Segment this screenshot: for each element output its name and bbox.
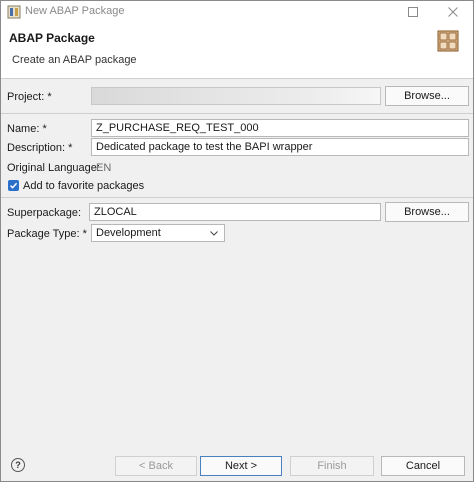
- maximize-button[interactable]: [393, 1, 433, 23]
- favorite-label[interactable]: Add to favorite packages: [23, 180, 144, 192]
- next-button[interactable]: Next >: [200, 456, 282, 476]
- separator: [1, 197, 473, 198]
- new-abap-package-dialog: New ABAP Package ABAP Package Create an …: [0, 0, 474, 482]
- name-label: Name: *: [7, 123, 47, 135]
- wizard-header: ABAP Package Create an ABAP package: [1, 23, 473, 79]
- description-field[interactable]: Dedicated package to test the BAPI wrapp…: [91, 138, 469, 156]
- chevron-down-icon: [210, 231, 218, 236]
- original-language-label: Original Language:: [7, 162, 100, 174]
- superpackage-browse-button[interactable]: Browse...: [385, 202, 469, 222]
- finish-button[interactable]: Finish: [290, 456, 374, 476]
- help-icon[interactable]: ?: [11, 458, 25, 472]
- close-button[interactable]: [433, 1, 473, 23]
- maximize-icon: [408, 7, 418, 17]
- superpackage-field[interactable]: ZLOCAL: [89, 203, 381, 221]
- back-button[interactable]: < Back: [115, 456, 197, 476]
- window-title: New ABAP Package: [25, 5, 125, 17]
- page-title: ABAP Package: [9, 31, 95, 45]
- description-label: Description: *: [7, 142, 73, 154]
- checkmark-icon: [9, 182, 18, 189]
- close-icon: [448, 7, 458, 17]
- title-bar: New ABAP Package: [1, 1, 473, 23]
- eclipse-app-icon: [7, 5, 21, 19]
- superpackage-label: Superpackage:: [7, 207, 81, 219]
- project-field[interactable]: [91, 87, 381, 105]
- package-type-label: Package Type: *: [7, 228, 87, 240]
- original-language-value: EN: [96, 162, 112, 174]
- package-type-value: Development: [96, 227, 161, 239]
- name-field[interactable]: Z_PURCHASE_REQ_TEST_000: [91, 119, 469, 137]
- package-type-select[interactable]: Development: [91, 224, 225, 242]
- page-subtitle: Create an ABAP package: [12, 54, 137, 66]
- separator: [1, 113, 473, 114]
- project-browse-button[interactable]: Browse...: [385, 86, 469, 106]
- package-icon: [437, 30, 459, 52]
- project-label: Project: *: [7, 91, 52, 103]
- favorite-checkbox[interactable]: [8, 180, 19, 191]
- cancel-button[interactable]: Cancel: [381, 456, 465, 476]
